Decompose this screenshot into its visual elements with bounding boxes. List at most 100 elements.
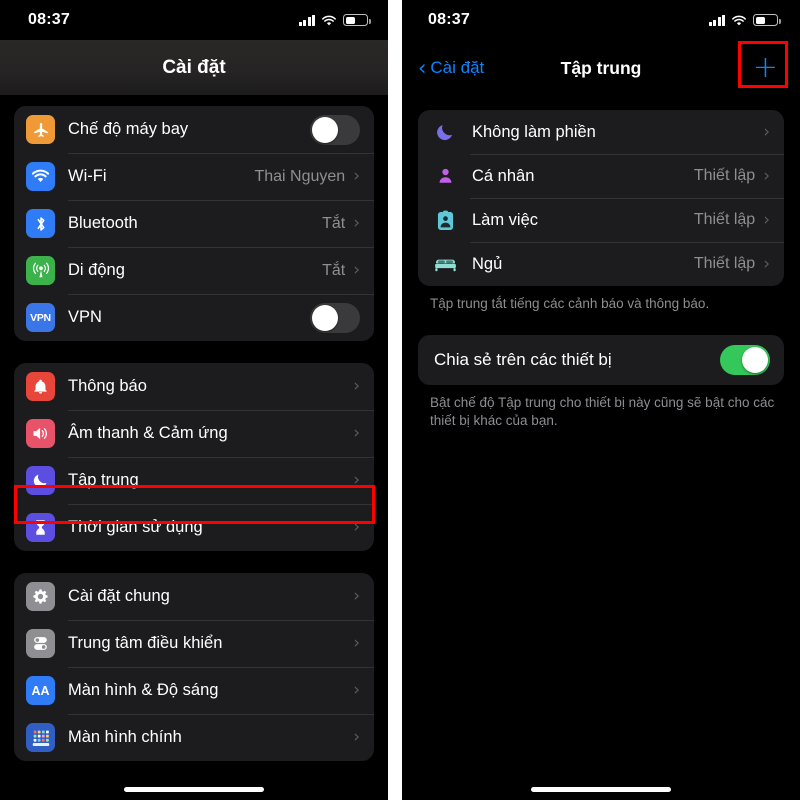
settings-group-alerts: Thông báo › Âm thanh & Cảm ứng › Tập tru… — [14, 363, 374, 551]
back-button-label: Cài đặt — [430, 58, 485, 77]
share-footnote: Bật chế độ Tập trung cho thiết bị này cũ… — [430, 395, 775, 429]
focus-row-work[interactable]: Làm việc Thiết lập › — [418, 198, 784, 242]
chevron-right-icon: › — [353, 260, 360, 280]
settings-row-control-center[interactable]: Trung tâm điều khiển › — [14, 620, 374, 667]
settings-row-label: Màn hình chính — [68, 728, 182, 746]
gear-icon — [26, 582, 55, 611]
page-title: Cài đặt — [162, 56, 226, 78]
left-status-bar: 08:37 — [0, 0, 388, 40]
cellular-signal-icon — [298, 14, 315, 26]
chevron-right-icon: › — [353, 517, 360, 537]
moon-icon — [26, 466, 55, 495]
share-across-devices-group: Chia sẻ trên các thiết bị — [418, 335, 784, 386]
left-phone-screen: 08:37 Cài đặt Chế độ máy bay Wi-Fi Thai … — [0, 0, 388, 800]
work-badge-icon — [432, 210, 458, 231]
chevron-right-icon: › — [353, 423, 360, 443]
home-indicator — [531, 787, 671, 792]
settings-row-notifications[interactable]: Thông báo › — [14, 363, 374, 410]
dual-screenshot-container: 08:37 Cài đặt Chế độ máy bay Wi-Fi Thai … — [0, 0, 800, 800]
focus-row-label: Làm việc — [472, 210, 539, 229]
settings-row-bluetooth[interactable]: Bluetooth Tắt › — [14, 200, 374, 247]
chevron-right-icon: › — [763, 209, 770, 230]
status-icon-group — [298, 14, 371, 26]
focus-row-value: Thiết lập — [693, 167, 756, 184]
speaker-icon — [26, 419, 55, 448]
settings-group-general: Cài đặt chung › Trung tâm điều khiển › A… — [14, 573, 374, 761]
chevron-right-icon: › — [763, 253, 770, 274]
share-across-devices-row[interactable]: Chia sẻ trên các thiết bị — [418, 335, 784, 385]
settings-row-cellular[interactable]: Di động Tắt › — [14, 247, 374, 294]
status-time: 08:37 — [428, 11, 470, 28]
vpn-icon: VPN — [26, 303, 55, 332]
moon-icon — [432, 122, 458, 142]
chevron-right-icon: › — [353, 586, 360, 606]
settings-row-display-brightness[interactable]: AA Màn hình & Độ sáng › — [14, 667, 374, 714]
settings-row-sounds-haptics[interactable]: Âm thanh & Cảm ứng › — [14, 410, 374, 457]
chevron-right-icon: › — [353, 727, 360, 747]
chevron-right-icon: › — [353, 680, 360, 700]
settings-row-label: Tập trung — [68, 471, 139, 489]
settings-row-home-screen[interactable]: Màn hình chính › — [14, 714, 374, 761]
vpn-toggle[interactable] — [310, 302, 360, 333]
cellular-antenna-icon — [26, 256, 55, 285]
settings-row-airplane-mode[interactable]: Chế độ máy bay — [14, 106, 374, 153]
settings-row-label: Chế độ máy bay — [68, 120, 189, 138]
settings-row-screen-time[interactable]: Thời gian sử dụng › — [14, 504, 374, 551]
chevron-right-icon: › — [353, 633, 360, 653]
aa-display-icon: AA — [26, 676, 55, 705]
airplane-icon — [26, 115, 55, 144]
battery-icon — [343, 14, 371, 26]
bell-icon — [26, 372, 55, 401]
bluetooth-icon — [26, 209, 55, 238]
settings-row-vpn[interactable]: VPN VPN — [14, 294, 374, 341]
chevron-right-icon: › — [763, 165, 770, 186]
right-status-bar: 08:37 — [402, 0, 800, 40]
focus-row-personal[interactable]: Cá nhân Thiết lập › — [418, 154, 784, 198]
right-nav-bar: ‹ Cài đặt Tập trung + — [402, 40, 800, 96]
settings-row-label: Âm thanh & Cảm ứng — [68, 424, 228, 442]
person-icon — [432, 166, 458, 186]
add-focus-button[interactable]: + — [753, 53, 778, 83]
status-icon-group — [708, 14, 781, 26]
settings-row-label: Thời gian sử dụng — [68, 518, 203, 536]
focus-row-label: Cá nhân — [472, 166, 535, 185]
settings-row-label: VPN — [68, 308, 102, 326]
settings-row-value: Tắt — [322, 261, 346, 279]
chevron-right-icon: › — [763, 121, 770, 142]
settings-row-general[interactable]: Cài đặt chung › — [14, 573, 374, 620]
focus-row-sleep[interactable]: Ngủ Thiết lập › — [418, 242, 784, 286]
home-screen-icon — [26, 723, 55, 752]
settings-row-label: Bluetooth — [68, 214, 138, 232]
cellular-signal-icon — [708, 14, 725, 26]
settings-list: Chế độ máy bay Wi-Fi Thai Nguyen › Bluet… — [0, 96, 388, 800]
settings-row-label: Thông báo — [68, 377, 147, 395]
focus-row-label: Không làm phiền — [472, 122, 596, 141]
settings-row-focus[interactable]: Tập trung › — [14, 457, 374, 504]
chevron-right-icon: › — [353, 213, 360, 233]
settings-group-connectivity: Chế độ máy bay Wi-Fi Thai Nguyen › Bluet… — [14, 106, 374, 341]
settings-row-label: Wi-Fi — [68, 167, 107, 185]
focus-row-value: Thiết lập — [693, 255, 756, 272]
airplane-mode-toggle[interactable] — [310, 114, 360, 145]
settings-row-value: Tắt — [322, 214, 346, 232]
settings-row-value: Thai Nguyen — [254, 167, 346, 185]
focus-row-label: Ngủ — [472, 254, 503, 273]
focus-row-value: Thiết lập — [693, 211, 756, 228]
screen-separator — [388, 0, 402, 800]
chevron-right-icon: › — [353, 166, 360, 186]
chevron-right-icon: › — [353, 470, 360, 490]
focus-modes-group: Không làm phiền › Cá nhân Thiết lập › Là… — [418, 110, 784, 286]
focus-row-do-not-disturb[interactable]: Không làm phiền › — [418, 110, 784, 154]
share-across-devices-toggle[interactable] — [720, 345, 770, 376]
bed-icon — [432, 256, 458, 273]
status-time: 08:37 — [28, 11, 70, 28]
wifi-icon — [321, 14, 337, 26]
focus-footnote: Tập trung tắt tiếng các cảnh báo và thôn… — [430, 296, 710, 311]
right-phone-screen: 08:37 ‹ Cài đặt Tập trung + Không làm ph… — [402, 0, 800, 800]
back-button[interactable]: ‹ Cài đặt — [418, 57, 485, 79]
home-indicator — [124, 787, 264, 792]
battery-icon — [753, 14, 781, 26]
wifi-icon — [731, 14, 747, 26]
settings-row-wifi[interactable]: Wi-Fi Thai Nguyen › — [14, 153, 374, 200]
control-center-icon — [26, 629, 55, 658]
